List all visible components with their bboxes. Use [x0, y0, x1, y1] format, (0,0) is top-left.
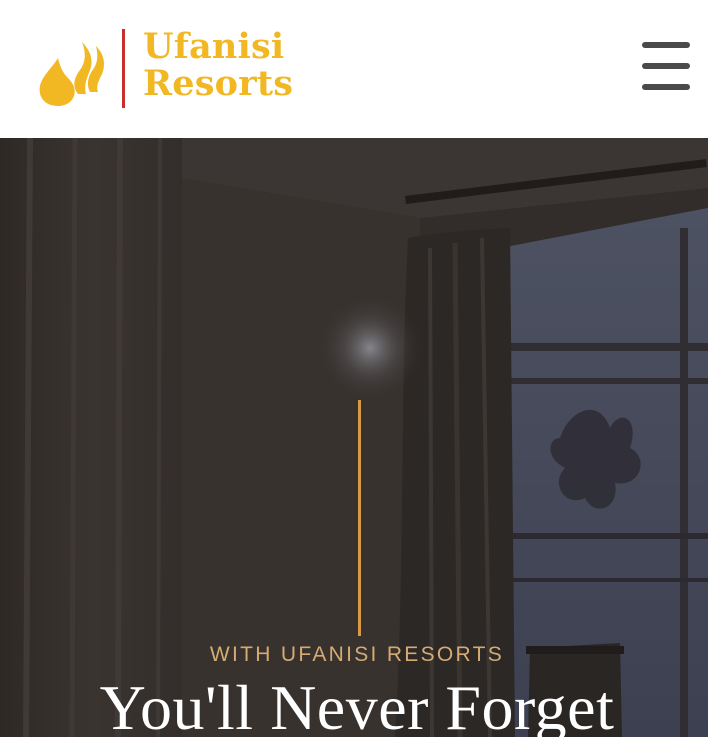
site-header: Ufanisi Resorts: [0, 0, 708, 138]
hamburger-menu-icon[interactable]: [640, 40, 692, 94]
menu-bar-top: [642, 42, 690, 48]
page: Ufanisi Resorts WITH UFANISI RESORTS You…: [0, 0, 708, 737]
logo-divider: [122, 29, 125, 108]
logo-line-2: Resorts: [143, 63, 294, 104]
logo-wordmark: Ufanisi Resorts: [143, 28, 293, 102]
logo-link[interactable]: Ufanisi Resorts: [38, 28, 293, 110]
logo-line-1: Ufanisi: [143, 26, 285, 67]
hero-divider-line: [358, 400, 361, 636]
flame-icon: [39, 42, 104, 106]
hero-title: You'll Never Forget: [99, 672, 615, 737]
hero-section: WITH UFANISI RESORTS You'll Never Forget: [0, 138, 708, 737]
hero-kicker: WITH UFANISI RESORTS: [209, 643, 505, 666]
menu-bar-middle: [642, 63, 690, 69]
menu-bar-bottom: [642, 84, 690, 90]
